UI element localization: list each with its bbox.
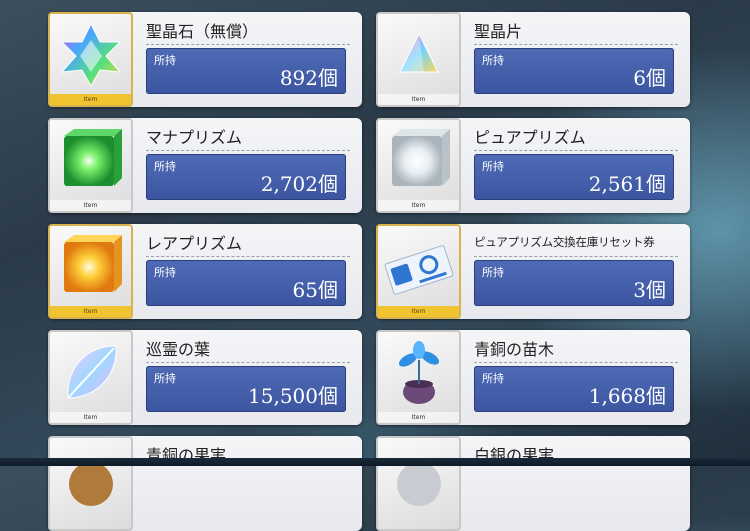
- item-card[interactable]: Item ピュアプリズム交換在庫リセット券 所持 3個: [376, 224, 690, 319]
- item-tag: Item: [50, 200, 131, 211]
- stock-count: 15,500個: [248, 384, 338, 408]
- item-tag: Item: [378, 94, 459, 105]
- stock-count: 65個: [292, 278, 338, 302]
- item-card[interactable]: Item ピュアプリズム 所持 2,561個: [376, 118, 690, 213]
- mana-prism-icon: [64, 129, 122, 186]
- stock-count: 2,702個: [260, 172, 338, 196]
- bottom-bar: [0, 458, 750, 466]
- stock-box: 所持 2,561個: [474, 154, 674, 200]
- stock-box: 所持 1,668個: [474, 366, 674, 412]
- bronze-fruit-icon: [69, 462, 113, 506]
- saint-quartz-icon: [60, 22, 122, 88]
- item-card[interactable]: 白銀の果実: [376, 436, 690, 531]
- stock-count: 3個: [633, 278, 666, 302]
- item-card[interactable]: Item レアプリズム 所持 65個: [48, 224, 362, 319]
- stock-box: 所持 65個: [146, 260, 346, 306]
- stock-count: 892個: [279, 66, 338, 90]
- item-icon-frame: Item: [376, 330, 461, 425]
- stock-label: 所持: [482, 372, 504, 385]
- item-name: マナプリズム: [146, 128, 243, 147]
- item-card[interactable]: Item 聖晶片 所持 6個: [376, 12, 690, 107]
- item-icon-frame: Item: [48, 330, 133, 425]
- divider: [146, 150, 350, 151]
- item-tag: Item: [378, 200, 459, 211]
- stock-count: 2,561個: [588, 172, 666, 196]
- item-card[interactable]: Item マナプリズム 所持 2,702個: [48, 118, 362, 213]
- stock-box: 所持 15,500個: [146, 366, 346, 412]
- divider: [146, 362, 350, 363]
- silver-fruit-icon: [397, 462, 441, 506]
- item-card[interactable]: Item 聖晶石（無償） 所持 892個: [48, 12, 362, 107]
- stock-label: 所持: [482, 266, 504, 279]
- stock-count: 1,668個: [588, 384, 666, 408]
- divider: [474, 44, 678, 45]
- item-tag: Item: [378, 412, 459, 423]
- item-name: ピュアプリズム交換在庫リセット券: [474, 235, 655, 249]
- stock-box: 所持 892個: [146, 48, 346, 94]
- item-icon-frame: Item: [376, 118, 461, 213]
- divider: [146, 256, 350, 257]
- reset-ticket-icon: [384, 245, 454, 295]
- divider: [474, 256, 678, 257]
- item-icon-frame: Item: [376, 12, 461, 107]
- stock-label: 所持: [154, 266, 176, 279]
- item-name: ピュアプリズム: [474, 128, 586, 147]
- item-name: 聖晶片: [474, 22, 523, 41]
- item-icon-frame: [48, 436, 133, 531]
- item-tag: Item: [50, 306, 131, 317]
- leaf-icon: [67, 345, 117, 399]
- saint-quartz-fragment-icon: [399, 32, 439, 73]
- stock-label: 所持: [482, 160, 504, 173]
- item-tag: Item: [50, 94, 131, 105]
- item-icon-frame: [376, 436, 461, 531]
- item-icon-frame: Item: [376, 224, 461, 319]
- stock-label: 所持: [154, 372, 176, 385]
- bronze-sapling-icon: [398, 341, 440, 404]
- stock-label: 所持: [154, 160, 176, 173]
- item-card[interactable]: 青銅の果実: [48, 436, 362, 531]
- stock-count: 6個: [633, 66, 666, 90]
- item-name: レアプリズム: [146, 234, 243, 253]
- item-tag: Item: [50, 412, 131, 423]
- stock-label: 所持: [154, 54, 176, 67]
- item-grid: Item 聖晶石（無償） 所持 892個 Item 聖晶片 所持 6個 Item…: [0, 0, 750, 531]
- divider: [474, 150, 678, 151]
- item-card[interactable]: Item 巡霊の葉 所持 15,500個: [48, 330, 362, 425]
- divider: [146, 44, 350, 45]
- item-icon-frame: Item: [48, 118, 133, 213]
- item-card[interactable]: Item 青銅の苗木 所持 1,668個: [376, 330, 690, 425]
- item-name: 巡霊の葉: [146, 340, 211, 359]
- rare-prism-icon: [64, 235, 122, 292]
- divider: [474, 362, 678, 363]
- item-name: 聖晶石（無償）: [146, 22, 259, 41]
- item-name: 青銅の苗木: [474, 340, 555, 359]
- stock-label: 所持: [482, 54, 504, 67]
- pure-prism-icon: [392, 129, 450, 186]
- item-icon-frame: Item: [48, 12, 133, 107]
- stock-box: 所持 3個: [474, 260, 674, 306]
- stock-box: 所持 2,702個: [146, 154, 346, 200]
- item-tag: Item: [378, 306, 459, 317]
- item-icon-frame: Item: [48, 224, 133, 319]
- stock-box: 所持 6個: [474, 48, 674, 94]
